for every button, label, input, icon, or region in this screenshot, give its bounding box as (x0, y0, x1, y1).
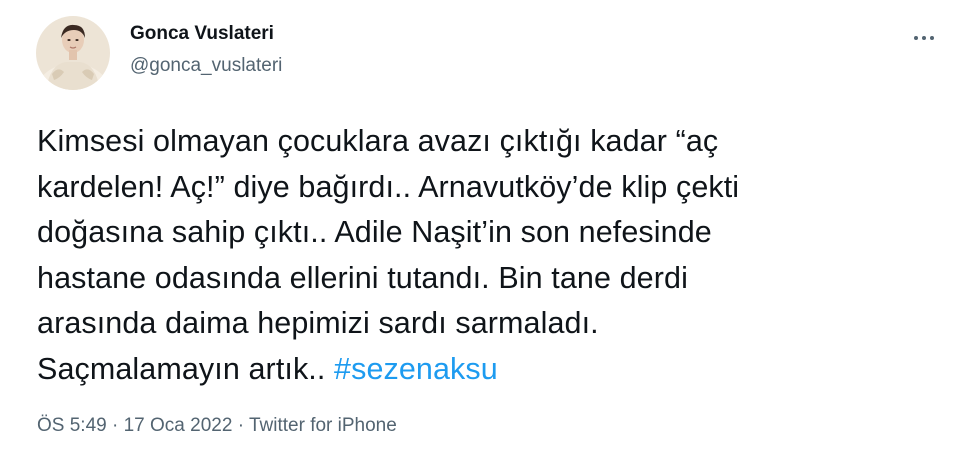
hashtag-link[interactable]: #sezenaksu (334, 352, 498, 386)
tweet-text-line: kardelen! Aç!” diye bağırdı.. Arnavutköy… (37, 169, 740, 204)
tweet-text: Kimsesi olmayan çocuklara avazı çıktığı … (37, 119, 937, 393)
more-options-button[interactable] (908, 28, 940, 48)
tweet-meta: ÖS 5:49 · 17 Oca 2022 · Twitter for iPho… (37, 414, 397, 438)
more-horizontal-icon-dot (914, 36, 918, 40)
tweet-text-line: doğasına sahip çıktı.. Adile Naşit’in so… (37, 215, 712, 250)
more-horizontal-icon-dot (922, 36, 926, 40)
tweet-source[interactable]: Twitter for iPhone (249, 415, 397, 436)
tweet-time[interactable]: ÖS 5:49 (37, 415, 107, 436)
tweet-text-last-line: Saçmalamayın artık.. #sezenaksu (37, 347, 937, 393)
author-display-name[interactable]: Gonca Vuslateri (130, 22, 282, 46)
more-horizontal-icon-dot (930, 36, 934, 40)
tweet-text-segment: Saçmalamayın artık.. (37, 351, 335, 386)
meta-separator: · (232, 415, 249, 436)
avatar[interactable] (36, 16, 110, 90)
tweet-date[interactable]: 17 Oca 2022 (124, 415, 233, 436)
tweet-text-line: hastane odasında ellerini tutandı. Bin t… (37, 260, 688, 295)
tweet-card: Gonca Vuslateri @gonca_vuslateri Kimsesi… (0, 0, 966, 468)
tweet-text-line: arasında daima hepimizi sardı sarmaladı. (37, 306, 599, 341)
meta-separator: · (106, 415, 124, 436)
author-block: Gonca Vuslateri @gonca_vuslateri (130, 22, 282, 78)
author-handle[interactable]: @gonca_vuslateri (130, 54, 282, 78)
avatar-image (36, 16, 110, 90)
tweet-text-line: Kimsesi olmayan çocuklara avazı çıktığı … (37, 124, 719, 158)
